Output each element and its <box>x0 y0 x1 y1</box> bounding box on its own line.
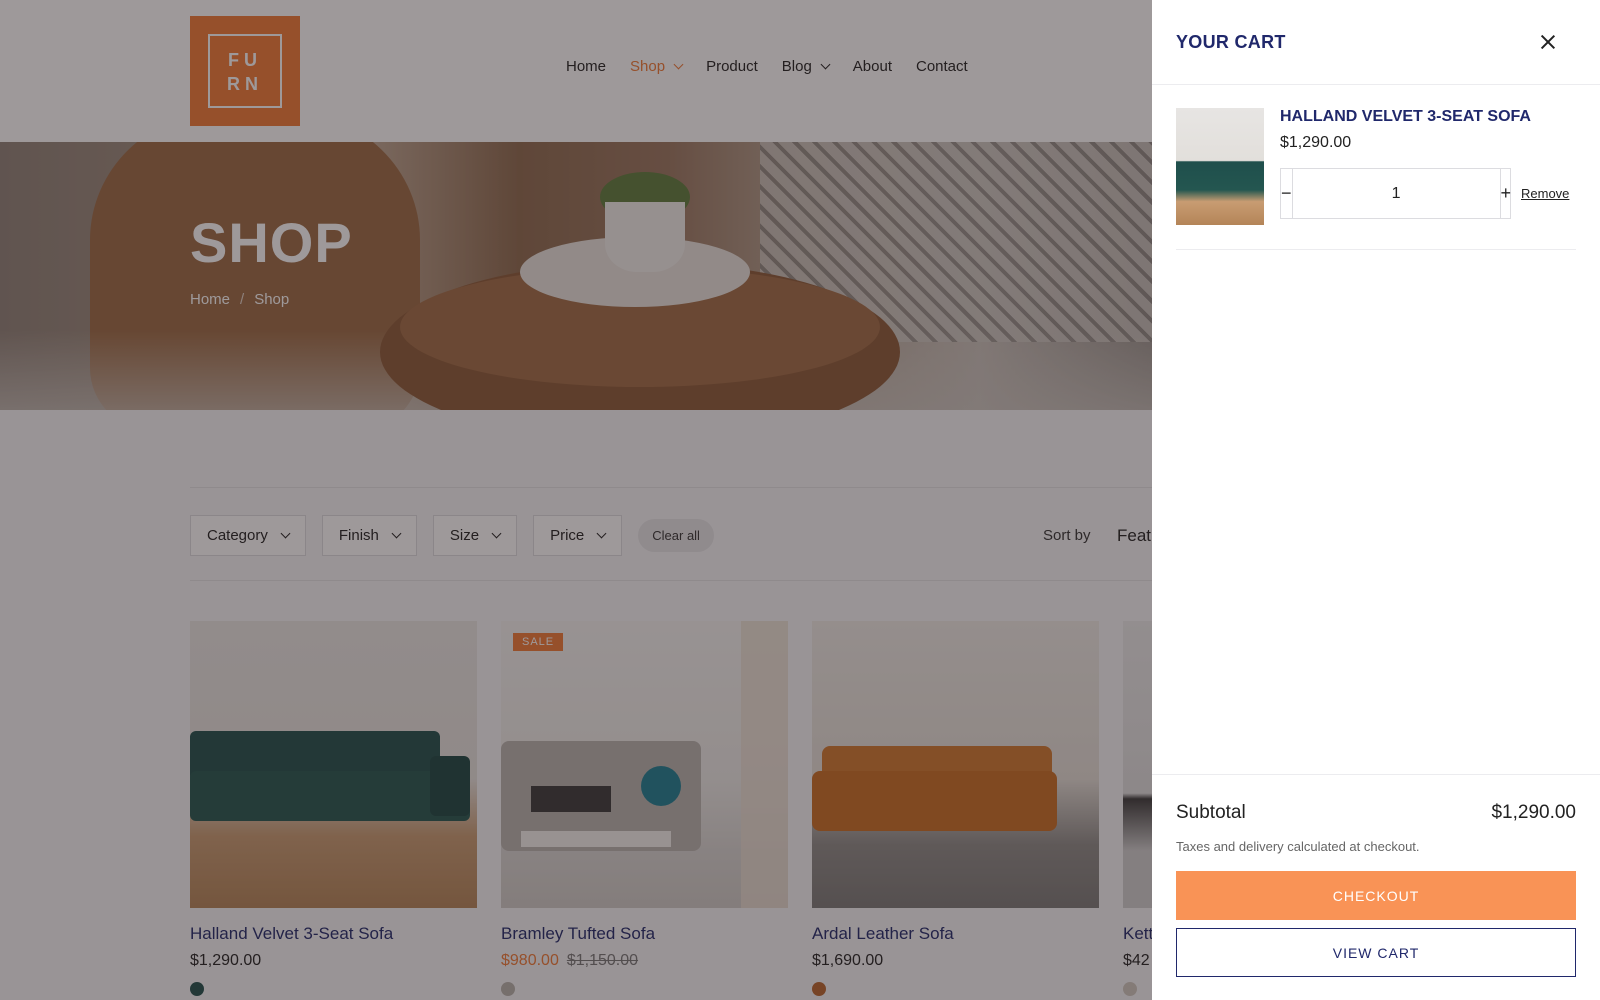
remove-link[interactable]: Remove <box>1521 186 1569 201</box>
close-icon[interactable] <box>1536 30 1560 54</box>
cart-drawer: YOUR CART HALLAND VELVET 3-SEAT SOFA $1,… <box>1152 0 1600 1000</box>
quantity-input[interactable] <box>1291 169 1501 218</box>
view-cart-button[interactable]: VIEW CART <box>1176 928 1576 977</box>
modal-backdrop[interactable] <box>0 0 1152 1000</box>
cart-title: YOUR CART <box>1176 32 1286 52</box>
quantity-stepper: − + <box>1280 168 1511 219</box>
subtotal-value: $1,290.00 <box>1491 802 1576 823</box>
tax-note: Taxes and delivery calculated at checkou… <box>1176 839 1420 854</box>
divider <box>1152 774 1600 775</box>
cart-item-name[interactable]: HALLAND VELVET 3-SEAT SOFA <box>1280 108 1531 126</box>
plus-icon[interactable]: + <box>1501 169 1512 218</box>
checkout-button[interactable]: CHECKOUT <box>1176 871 1576 920</box>
cart-line-item: HALLAND VELVET 3-SEAT SOFA $1,290.00 − +… <box>1176 108 1576 250</box>
subtotal-label: Subtotal <box>1176 802 1246 823</box>
cart-item-image[interactable] <box>1176 108 1264 225</box>
cart-item-price: $1,290.00 <box>1280 134 1352 151</box>
minus-icon[interactable]: − <box>1281 169 1292 218</box>
divider <box>1152 84 1600 85</box>
